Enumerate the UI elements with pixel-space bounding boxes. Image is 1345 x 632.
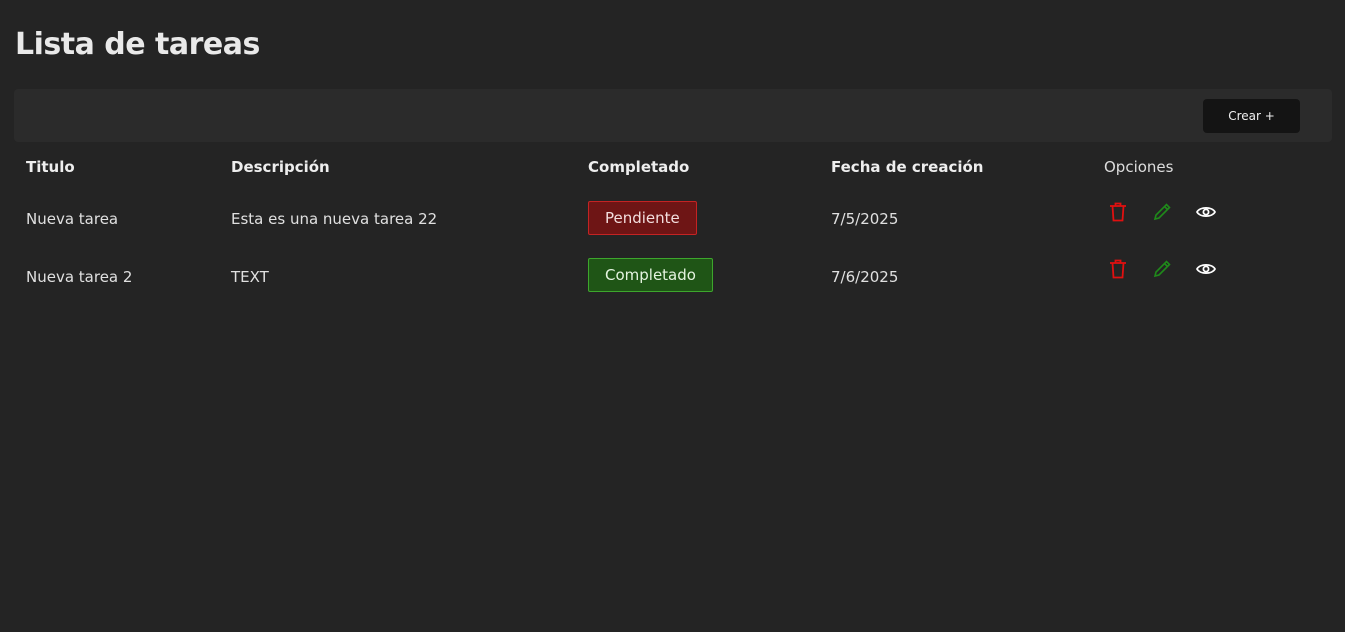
trash-icon[interactable] (1106, 257, 1130, 281)
status-badge: Completado (588, 258, 713, 292)
task-date: 7/6/2025 (831, 268, 899, 286)
column-header-created: Fecha de creación (831, 158, 984, 176)
toolbar: Crear + (14, 89, 1332, 142)
page-title: Lista de tareas (15, 27, 260, 62)
column-header-completed: Completado (588, 158, 690, 176)
task-date: 7/5/2025 (831, 210, 899, 228)
column-header-options: Opciones (1104, 158, 1174, 176)
task-description: TEXT (231, 268, 269, 286)
pencil-icon[interactable] (1150, 200, 1174, 224)
create-button[interactable]: Crear + (1203, 99, 1300, 133)
task-title: Nueva tarea 2 (26, 268, 133, 286)
task-title: Nueva tarea (26, 210, 119, 228)
eye-icon[interactable] (1194, 200, 1218, 224)
trash-icon[interactable] (1106, 200, 1130, 224)
pencil-icon[interactable] (1150, 257, 1174, 281)
column-header-description: Descripción (231, 158, 330, 176)
status-badge: Pendiente (588, 201, 697, 235)
eye-icon[interactable] (1194, 257, 1218, 281)
column-header-title: Titulo (26, 158, 75, 176)
task-description: Esta es una nueva tarea 22 (231, 210, 438, 228)
